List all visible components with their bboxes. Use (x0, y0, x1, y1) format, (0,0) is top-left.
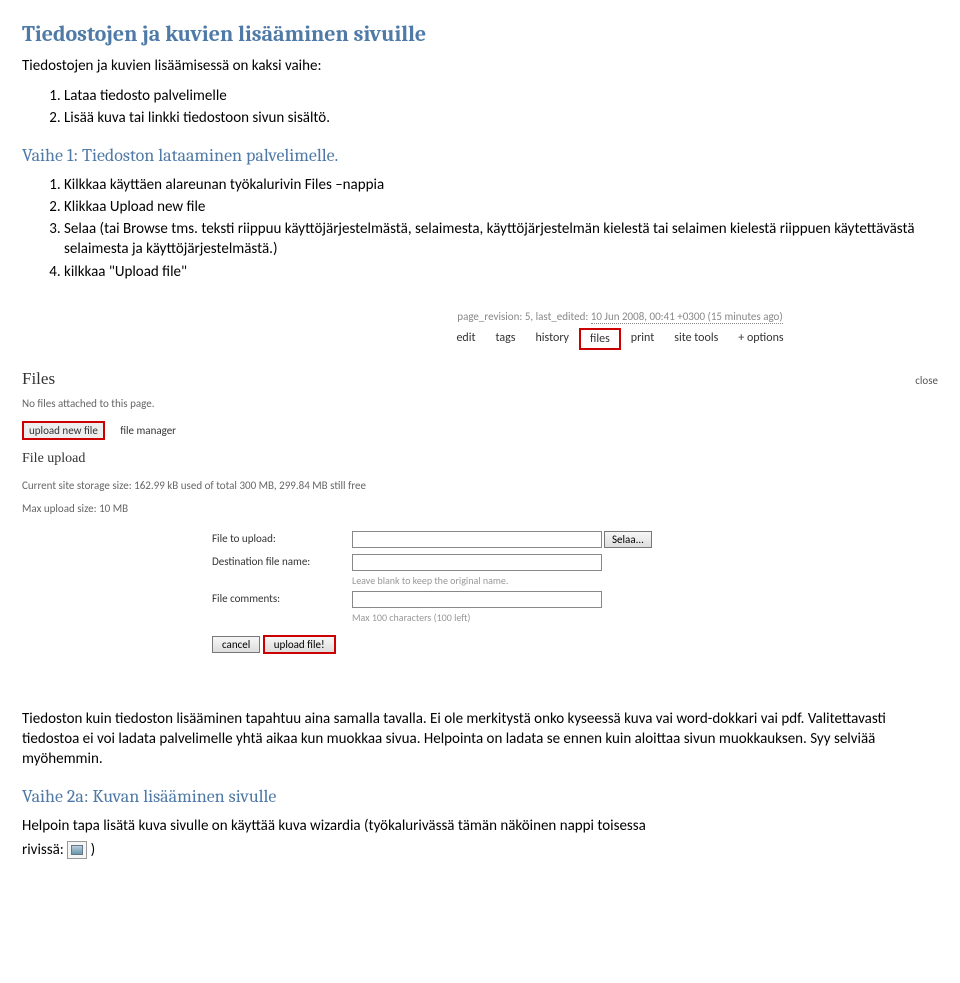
no-files-text: No files attached to this page. (22, 397, 938, 412)
file-upload-title: File upload (22, 450, 938, 469)
label-comments: File comments: (212, 592, 352, 607)
upload-file-button[interactable]: upload file! (263, 635, 336, 654)
page-title: Tiedostojen ja kuvien lisääminen sivuill… (22, 20, 938, 50)
max-upload-info: Max upload size: 10 MB (22, 502, 938, 517)
rivissa-line: rivissä: ) (22, 840, 938, 860)
phase1-step-3: Selaa (tai Browse tms. teksti riippuu kä… (64, 219, 938, 260)
phase-1-heading: Vaihe 1: Tiedoston lataaminen palvelimel… (22, 144, 938, 168)
paragraph-after-screenshot: Tiedoston kuin tiedoston lisääminen tapa… (22, 709, 938, 770)
cancel-button[interactable]: cancel (212, 636, 260, 653)
intro-text: Tiedostojen ja kuvien lisäämisessä on ka… (22, 56, 938, 76)
tab-tags[interactable]: tags (486, 328, 526, 350)
upload-new-file-button[interactable]: upload new file (22, 421, 105, 440)
page-revision-info: page_revision: 5, last_edited: 10 Jun 20… (302, 310, 938, 325)
rivissa-text: rivissä: (22, 841, 64, 859)
tab-options[interactable]: + options (728, 328, 793, 350)
phase1-step-4: kilkkaa "Upload file" (64, 262, 938, 282)
intro-steps-list: Lataa tiedosto palvelimelle Lisää kuva t… (22, 86, 938, 129)
label-destination: Destination file name: (212, 555, 352, 570)
embedded-screenshot: page_revision: 5, last_edited: 10 Jun 20… (22, 310, 938, 654)
label-file-to-upload: File to upload: (212, 532, 352, 547)
destination-filename-input[interactable] (352, 554, 602, 571)
intro-step-2: Lisää kuva tai linkki tiedostoon sivun s… (64, 108, 938, 128)
comments-hint: Max 100 characters (100 left) (352, 611, 938, 625)
close-link[interactable]: close (915, 374, 938, 389)
storage-info: Current site storage size: 162.99 kB use… (22, 479, 938, 494)
phase1-step-1: Kilkkaa käyttäen alareunan työkalurivin … (64, 175, 938, 195)
files-section-title: Files (22, 368, 55, 391)
phase-2a-text: Helpoin tapa lisätä kuva sivulle on käyt… (22, 816, 938, 836)
destination-hint: Leave blank to keep the original name. (352, 574, 938, 588)
page-tools-tabs: edit tags history files print site tools… (302, 328, 938, 350)
close-paren: ) (91, 841, 96, 859)
file-to-upload-input[interactable] (352, 531, 602, 548)
file-manager-link[interactable]: file manager (120, 424, 176, 437)
tab-site-tools[interactable]: site tools (664, 328, 728, 350)
tab-history[interactable]: history (525, 328, 579, 350)
image-wizard-icon (67, 841, 87, 859)
revision-prefix: page_revision: 5, last_edited: (457, 310, 591, 323)
phase1-step-2: Klikkaa Upload new file (64, 197, 938, 217)
upload-form: File to upload: Selaa... Destination fil… (212, 531, 938, 654)
revision-date-link[interactable]: 10 Jun 2008, 00:41 +0300 (15 minutes ago… (591, 310, 783, 324)
intro-step-1: Lataa tiedosto palvelimelle (64, 86, 938, 106)
file-comments-input[interactable] (352, 591, 602, 608)
tab-files[interactable]: files (579, 328, 621, 350)
phase-1-steps: Kilkkaa käyttäen alareunan työkalurivin … (22, 175, 938, 282)
phase-2a-heading: Vaihe 2a: Kuvan lisääminen sivulle (22, 785, 938, 809)
tab-edit[interactable]: edit (446, 328, 485, 350)
tab-print[interactable]: print (621, 328, 664, 350)
browse-button[interactable]: Selaa... (604, 531, 652, 548)
